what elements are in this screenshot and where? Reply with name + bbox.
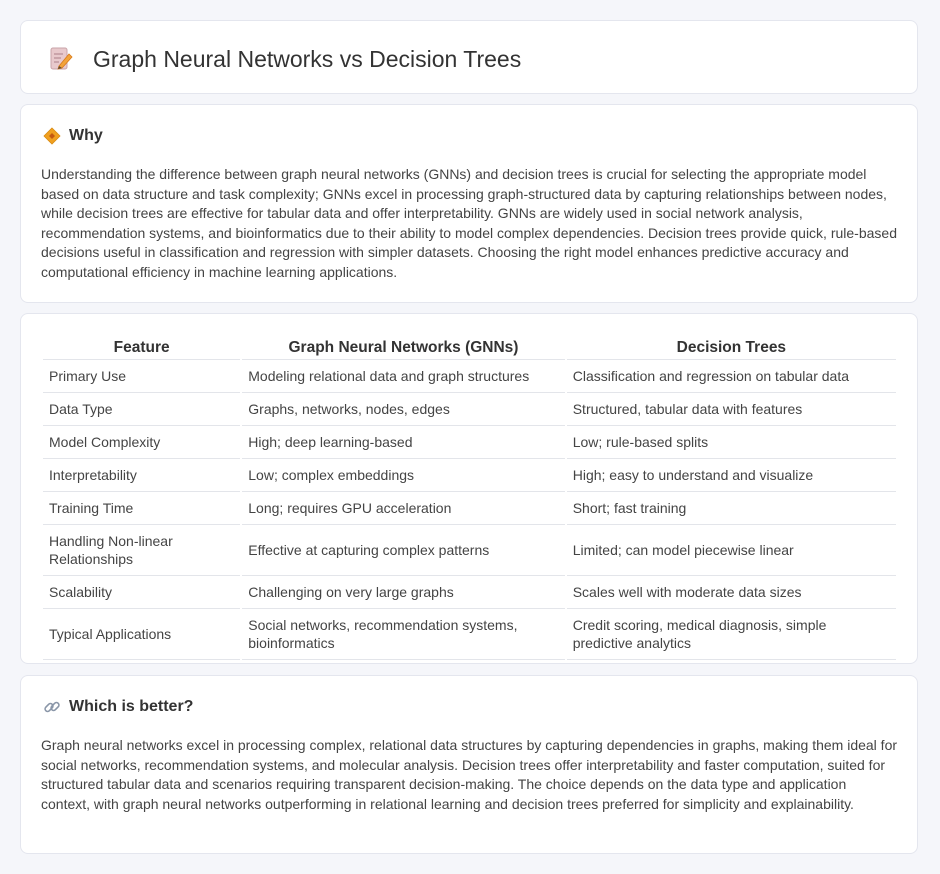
better-heading: Which is better? <box>69 698 194 715</box>
row-feature: Scalability <box>43 576 241 609</box>
row-dt-value: Short; fast training <box>566 492 896 525</box>
title-row: Graph Neural Networks vs Decision Trees <box>47 45 521 73</box>
row-dt-value: High; easy to understand and visualize <box>566 459 896 492</box>
row-feature: Data Type <box>43 393 241 426</box>
link-icon <box>43 698 61 716</box>
comparison-table: Feature Graph Neural Networks (GNNs) Dec… <box>41 335 898 660</box>
table-row: Training Time Long; requires GPU acceler… <box>43 492 896 525</box>
which-is-better-card: Which is better? Graph neural networks e… <box>20 675 918 854</box>
table-row: Scalability Challenging on very large gr… <box>43 576 896 609</box>
comparison-card: Feature Graph Neural Networks (GNNs) Dec… <box>20 313 918 664</box>
table-header-row: Feature Graph Neural Networks (GNNs) Dec… <box>43 335 896 360</box>
row-gnn-value: Challenging on very large graphs <box>242 576 565 609</box>
header-decision-trees: Decision Trees <box>566 335 896 360</box>
table-row: Typical Applications Social networks, re… <box>43 609 896 660</box>
row-dt-value: Classification and regression on tabular… <box>566 360 896 393</box>
row-dt-value: Limited; can model piecewise linear <box>566 525 896 576</box>
better-text: Graph neural networks excel in processin… <box>41 737 898 812</box>
row-feature: Handling Non-linear Relationships <box>43 525 241 576</box>
row-feature: Training Time <box>43 492 241 525</box>
why-card: Why Understanding the difference between… <box>20 104 918 303</box>
row-gnn-value: Modeling relational data and graph struc… <box>242 360 565 393</box>
pencil-document-icon <box>47 45 75 73</box>
row-gnn-value: Low; complex embeddings <box>242 459 565 492</box>
diamond-sign-icon <box>43 127 61 145</box>
better-heading-row: Which is better? <box>43 698 193 716</box>
header-gnn: Graph Neural Networks (GNNs) <box>242 335 565 360</box>
row-feature: Model Complexity <box>43 426 241 459</box>
table-row: Primary Use Modeling relational data and… <box>43 360 896 393</box>
table-row: Interpretability Low; complex embeddings… <box>43 459 896 492</box>
row-dt-value: Structured, tabular data with features <box>566 393 896 426</box>
title-card: Graph Neural Networks vs Decision Trees <box>20 20 918 94</box>
table-row: Data Type Graphs, networks, nodes, edges… <box>43 393 896 426</box>
row-gnn-value: Long; requires GPU acceleration <box>242 492 565 525</box>
row-gnn-value: Social networks, recommendation systems,… <box>242 609 565 660</box>
page-title: Graph Neural Networks vs Decision Trees <box>93 45 522 72</box>
table-row: Handling Non-linear Relationships Effect… <box>43 525 896 576</box>
row-dt-value: Credit scoring, medical diagnosis, simpl… <box>566 609 896 660</box>
row-gnn-value: Effective at capturing complex patterns <box>242 525 565 576</box>
row-dt-value: Scales well with moderate data sizes <box>566 576 896 609</box>
row-feature: Interpretability <box>43 459 241 492</box>
row-dt-value: Low; rule-based splits <box>566 426 896 459</box>
why-heading: Why <box>69 127 103 144</box>
row-feature: Typical Applications <box>43 609 241 660</box>
row-gnn-value: High; deep learning-based <box>242 426 565 459</box>
row-feature: Primary Use <box>43 360 241 393</box>
why-text: Understanding the difference between gra… <box>41 166 897 280</box>
header-feature: Feature <box>43 335 241 360</box>
row-gnn-value: Graphs, networks, nodes, edges <box>242 393 565 426</box>
why-heading-row: Why <box>43 127 103 145</box>
table-row: Model Complexity High; deep learning-bas… <box>43 426 896 459</box>
